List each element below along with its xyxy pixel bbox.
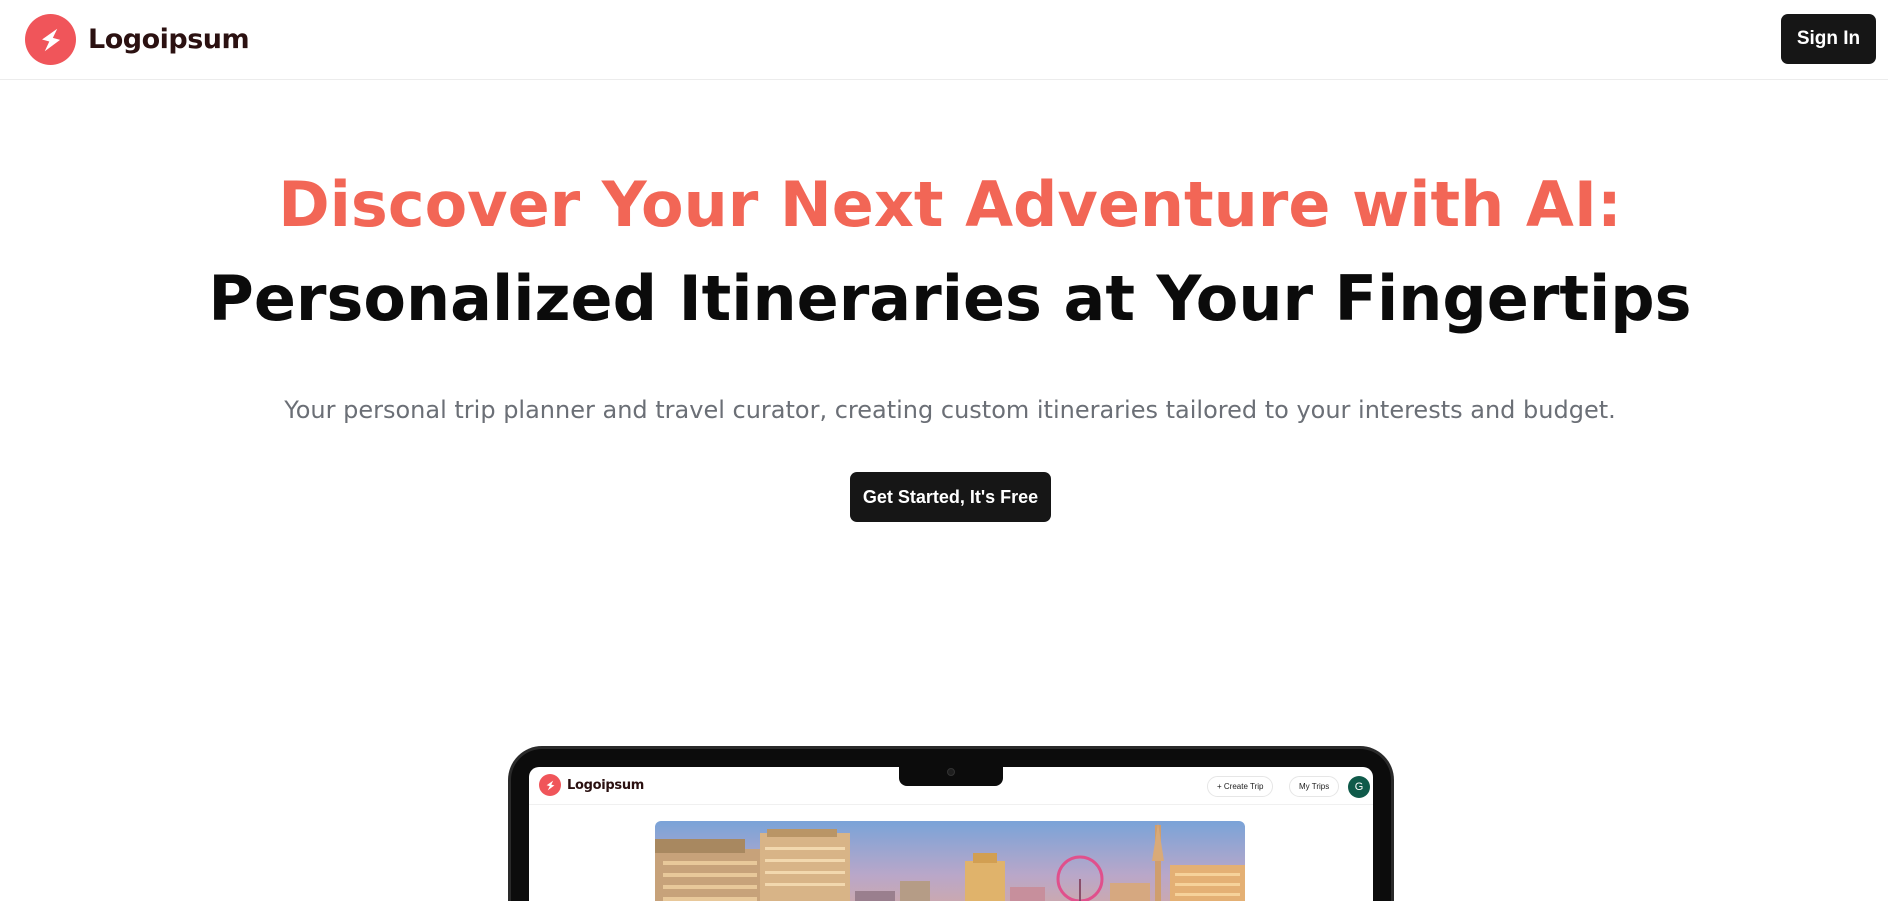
city-skyline-image — [655, 821, 1245, 901]
hero-headline-main: Personalized Itineraries at Your Fingert… — [208, 262, 1692, 335]
preview-my-trips-button: My Trips — [1289, 776, 1340, 797]
camera-icon — [947, 768, 955, 776]
get-started-button[interactable]: Get Started, It's Free — [850, 472, 1051, 522]
brand[interactable]: Logoipsum — [25, 14, 250, 65]
preview-create-trip-button: + Create Trip — [1207, 776, 1274, 797]
lightning-bolt-icon — [539, 774, 561, 796]
hero-subtitle: Your personal trip planner and travel cu… — [284, 396, 1616, 424]
sign-in-button[interactable]: Sign In — [1781, 14, 1876, 64]
preview-brand: Logoipsum — [539, 774, 644, 796]
brand-name: Logoipsum — [88, 24, 250, 55]
site-header: Logoipsum Sign In — [0, 0, 1888, 80]
laptop-mockup: Logoipsum + Create Trip My Trips G — [508, 746, 1394, 901]
laptop-screen: Logoipsum + Create Trip My Trips G — [529, 767, 1373, 901]
lightning-bolt-icon — [25, 14, 76, 65]
preview-avatar: G — [1348, 776, 1370, 798]
hero-headline-accent: Discover Your Next Adventure with AI: — [278, 168, 1622, 241]
laptop-notch — [899, 764, 1003, 786]
preview-brand-name: Logoipsum — [567, 777, 645, 793]
